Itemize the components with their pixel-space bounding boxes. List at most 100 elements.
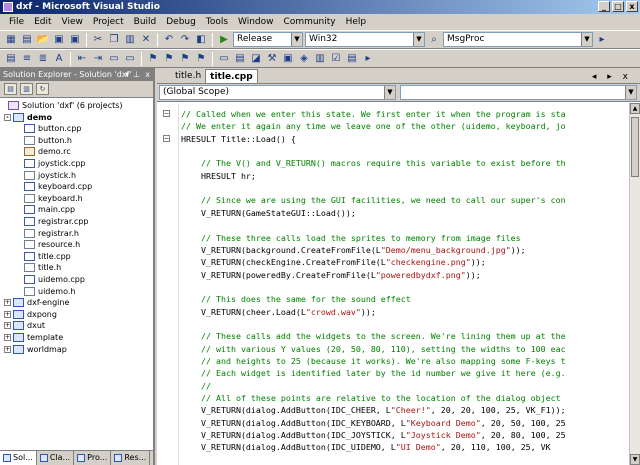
- collapse-icon[interactable]: −: [163, 134, 170, 142]
- tab-resource-view[interactable]: Res...: [111, 451, 151, 465]
- properties-icon[interactable]: ▤: [4, 83, 17, 95]
- menu-edit[interactable]: Edit: [29, 17, 56, 27]
- undo-icon[interactable]: ↶: [162, 33, 176, 47]
- menu-build[interactable]: Build: [129, 17, 162, 27]
- menu-community[interactable]: Community: [279, 17, 341, 27]
- solution-platform-select[interactable]: Win32 ▼: [305, 32, 425, 47]
- tree-item[interactable]: button.cpp: [24, 123, 81, 134]
- toolbar-options-icon[interactable]: ▸: [595, 33, 609, 47]
- tree-item[interactable]: main.cpp: [24, 204, 75, 215]
- copy-icon[interactable]: ❐: [107, 33, 121, 47]
- server-explorer-icon[interactable]: ▥: [313, 52, 327, 66]
- tree-item[interactable]: registrar.cpp: [24, 216, 88, 227]
- add-item-icon[interactable]: ▤: [20, 33, 34, 47]
- code-area[interactable]: // Called when we enter this state. We f…: [157, 103, 629, 465]
- navigate-icon[interactable]: ◧: [194, 33, 208, 47]
- tree-item[interactable]: title.cpp: [24, 251, 71, 262]
- tab-title-cpp[interactable]: title.cpp: [205, 69, 258, 83]
- tree-item[interactable]: + dxut: [4, 320, 45, 331]
- save-icon[interactable]: ▣: [52, 33, 66, 47]
- find-combo[interactable]: MsgProc ▼: [443, 32, 593, 47]
- scope-select[interactable]: (Global Scope) ▼: [159, 85, 396, 100]
- close-button[interactable]: x: [626, 1, 638, 12]
- tree-item[interactable]: title.h: [24, 262, 61, 273]
- menu-view[interactable]: View: [57, 17, 88, 27]
- find-in-files-icon[interactable]: ⌕: [427, 33, 441, 47]
- format-icon[interactable]: ▤: [4, 52, 18, 66]
- scrollbar-thumb[interactable]: [631, 117, 639, 177]
- menu-window[interactable]: Window: [233, 17, 279, 27]
- layout-icon[interactable]: ▭: [217, 52, 231, 66]
- tree-item[interactable]: keyboard.cpp: [24, 181, 92, 192]
- expand-icon[interactable]: +: [4, 334, 11, 341]
- delete-icon[interactable]: ✕: [139, 33, 153, 47]
- solution-configuration-select[interactable]: Release ▼: [233, 32, 303, 47]
- tree-item[interactable]: Solution 'dxf' (6 projects): [8, 100, 123, 111]
- expand-icon[interactable]: +: [4, 299, 11, 307]
- start-debugging-icon[interactable]: ▶: [217, 33, 231, 47]
- menu-tools[interactable]: Tools: [201, 17, 233, 27]
- tree-item[interactable]: uidemo.cpp: [24, 274, 85, 285]
- collapse-icon[interactable]: -: [4, 113, 11, 121]
- next-bookmark-icon[interactable]: ⚑: [178, 52, 192, 66]
- list-members-icon[interactable]: ≡: [20, 52, 34, 66]
- maximize-button[interactable]: □: [612, 1, 624, 12]
- open-file-icon[interactable]: 📂: [36, 33, 50, 47]
- tree-item[interactable]: + template: [4, 332, 63, 343]
- new-project-icon[interactable]: ▦: [4, 33, 18, 47]
- member-select[interactable]: ▼: [400, 85, 637, 100]
- tree-item[interactable]: registrar.h: [24, 228, 79, 239]
- object-browser-icon[interactable]: ◪: [249, 52, 263, 66]
- tree-item[interactable]: joystick.cpp: [24, 158, 86, 169]
- refresh-icon[interactable]: ↻: [36, 83, 49, 95]
- tree-item[interactable]: - demo: [4, 112, 52, 123]
- parameter-info-icon[interactable]: ≣: [36, 52, 50, 66]
- increase-indent-icon[interactable]: ⇥: [91, 52, 105, 66]
- toolbar-options-icon[interactable]: ▸: [361, 52, 375, 66]
- paste-icon[interactable]: ▥: [123, 33, 137, 47]
- show-all-files-icon[interactable]: ▥: [20, 83, 33, 95]
- class-view-icon[interactable]: ◈: [297, 52, 311, 66]
- redo-icon[interactable]: ↷: [178, 33, 192, 47]
- properties-icon[interactable]: ▤: [233, 52, 247, 66]
- tab-property-manager[interactable]: Pro...: [74, 451, 112, 465]
- expand-icon[interactable]: +: [4, 322, 11, 330]
- save-all-icon[interactable]: ▣: [68, 33, 82, 47]
- expand-icon[interactable]: +: [4, 345, 11, 353]
- tab-title-h[interactable]: title.h: [171, 69, 205, 83]
- complete-word-icon[interactable]: A: [52, 52, 66, 66]
- tree-item[interactable]: keyboard.h: [24, 193, 83, 204]
- tab-class-view[interactable]: Cla...: [37, 451, 75, 465]
- tree-item[interactable]: + dxpong: [4, 309, 57, 320]
- tree-item[interactable]: joystick.h: [24, 170, 76, 181]
- start-page-icon[interactable]: ▣: [281, 52, 295, 66]
- tree-item[interactable]: + dxf-engine: [4, 297, 69, 308]
- decrease-indent-icon[interactable]: ⇤: [75, 52, 89, 66]
- scroll-down-icon[interactable]: ▼: [630, 454, 640, 465]
- tree-item[interactable]: button.h: [24, 135, 72, 146]
- window-position-button[interactable]: ▾: [125, 68, 129, 81]
- auto-hide-pin-button[interactable]: ⊥: [133, 68, 140, 81]
- menu-project[interactable]: Project: [88, 17, 129, 27]
- menu-debug[interactable]: Debug: [161, 17, 201, 27]
- expand-icon[interactable]: +: [4, 310, 11, 318]
- panel-close-button[interactable]: x: [145, 68, 150, 81]
- tree-item[interactable]: demo.rc: [24, 146, 71, 157]
- output-icon[interactable]: ▤: [345, 52, 359, 66]
- toolbox-icon[interactable]: ⚒: [265, 52, 279, 66]
- minimize-button[interactable]: _: [598, 1, 610, 12]
- tree-item[interactable]: uidemo.h: [24, 286, 75, 297]
- tree-item[interactable]: + worldmap: [4, 344, 67, 355]
- comment-icon[interactable]: ▭: [107, 52, 121, 66]
- uncomment-icon[interactable]: ▭: [123, 52, 137, 66]
- menu-file[interactable]: File: [4, 17, 29, 27]
- scroll-up-icon[interactable]: ▲: [630, 103, 640, 114]
- bookmark-icon[interactable]: ⚑: [146, 52, 160, 66]
- document-tab-controls[interactable]: ◂ ▸ x: [588, 70, 636, 84]
- tree-item[interactable]: resource.h: [24, 239, 80, 250]
- cut-icon[interactable]: ✂: [91, 33, 105, 47]
- collapse-icon[interactable]: −: [163, 110, 170, 117]
- previous-bookmark-icon[interactable]: ⚑: [162, 52, 176, 66]
- task-list-icon[interactable]: ☑: [329, 52, 343, 66]
- menu-help[interactable]: Help: [341, 17, 372, 27]
